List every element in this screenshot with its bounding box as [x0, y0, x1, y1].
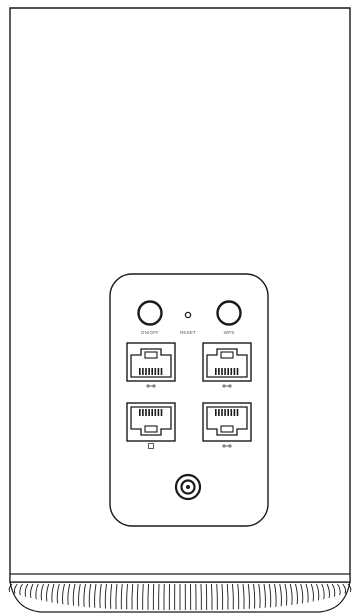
power-button[interactable]: [137, 300, 163, 326]
vent-slat: [310, 583, 314, 602]
vent-slat: [342, 583, 346, 594]
router-back-panel-illustration: ON/OFF RESET WPS: [8, 7, 352, 613]
vent-slat: [126, 583, 128, 610]
vent-slat: [211, 583, 213, 610]
vent-slat: [120, 583, 123, 610]
vent-slat: [110, 583, 113, 609]
vent-slat: [300, 583, 304, 604]
vent-slat: [147, 583, 149, 610]
ethernet-port[interactable]: [202, 402, 252, 448]
vent-slat: [258, 583, 261, 609]
vent-slat: [337, 583, 341, 596]
vent-slat: [326, 583, 330, 599]
vent-slat: [316, 583, 320, 601]
vent-slat: [88, 583, 92, 608]
vent-slat: [35, 583, 39, 600]
vent-slat: [24, 583, 29, 597]
vent-slat: [99, 583, 102, 609]
wps-button[interactable]: [216, 300, 242, 326]
vent-slat: [274, 583, 277, 607]
reset-button[interactable]: [184, 311, 192, 319]
vent-slat: [142, 583, 144, 610]
reset-button-label: RESET: [180, 330, 196, 335]
vent-slat: [226, 583, 229, 610]
vent-slat: [83, 583, 86, 607]
vent-slat: [216, 583, 218, 610]
vent-slat: [94, 583, 97, 608]
ethernet-port[interactable]: [126, 402, 176, 449]
vent-slat: [14, 583, 18, 594]
vent-slat: [232, 583, 234, 610]
power-jack[interactable]: [174, 473, 202, 501]
ethernet-port[interactable]: [126, 342, 176, 388]
vent-slat: [67, 583, 71, 605]
vent-slat: [237, 583, 240, 610]
vent-slat: [115, 583, 118, 610]
vent-slat: [289, 583, 293, 605]
vent-slat: [221, 583, 224, 610]
power-button-label: ON/OFF: [141, 330, 159, 335]
vent-slat: [40, 583, 44, 601]
vent-slat: [136, 583, 139, 610]
base-vent-grille: [8, 583, 352, 611]
vent-slat: [321, 583, 325, 600]
vent-slat: [51, 583, 55, 603]
vent-slat: [242, 583, 245, 610]
vent-slat: [104, 583, 107, 609]
vent-slat: [19, 583, 23, 596]
vent-slat: [72, 583, 76, 606]
vent-slat: [284, 583, 288, 606]
vent-slat: [46, 583, 50, 602]
vent-slat: [78, 583, 81, 607]
router-base-lip: [9, 573, 351, 583]
vent-slat: [30, 583, 34, 599]
vent-slat: [131, 583, 134, 610]
vent-slat: [268, 583, 272, 608]
vent-slat: [62, 583, 65, 605]
ethernet-port[interactable]: [202, 342, 252, 388]
vent-slat: [279, 583, 282, 607]
vent-slat: [305, 583, 309, 603]
wps-button-label: WPS: [224, 330, 235, 335]
vent-slat: [56, 583, 60, 604]
router-diagram: ON/OFF RESET WPS: [0, 0, 360, 614]
vent-slat: [295, 583, 298, 605]
vent-slat: [247, 583, 250, 609]
vent-slat: [331, 583, 336, 597]
vent-slat: [253, 583, 256, 609]
vent-slat: [263, 583, 266, 608]
